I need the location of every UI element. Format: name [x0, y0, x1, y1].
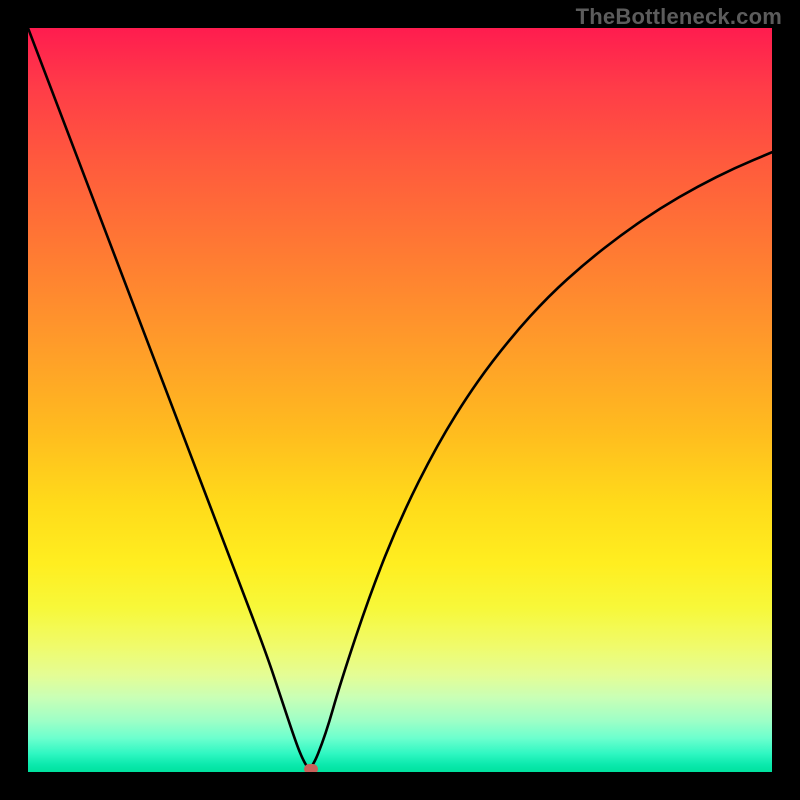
plot-area — [28, 28, 772, 772]
curve-path — [28, 28, 772, 768]
watermark-text: TheBottleneck.com — [576, 4, 782, 30]
bottleneck-curve — [28, 28, 772, 772]
chart-frame: TheBottleneck.com — [0, 0, 800, 800]
